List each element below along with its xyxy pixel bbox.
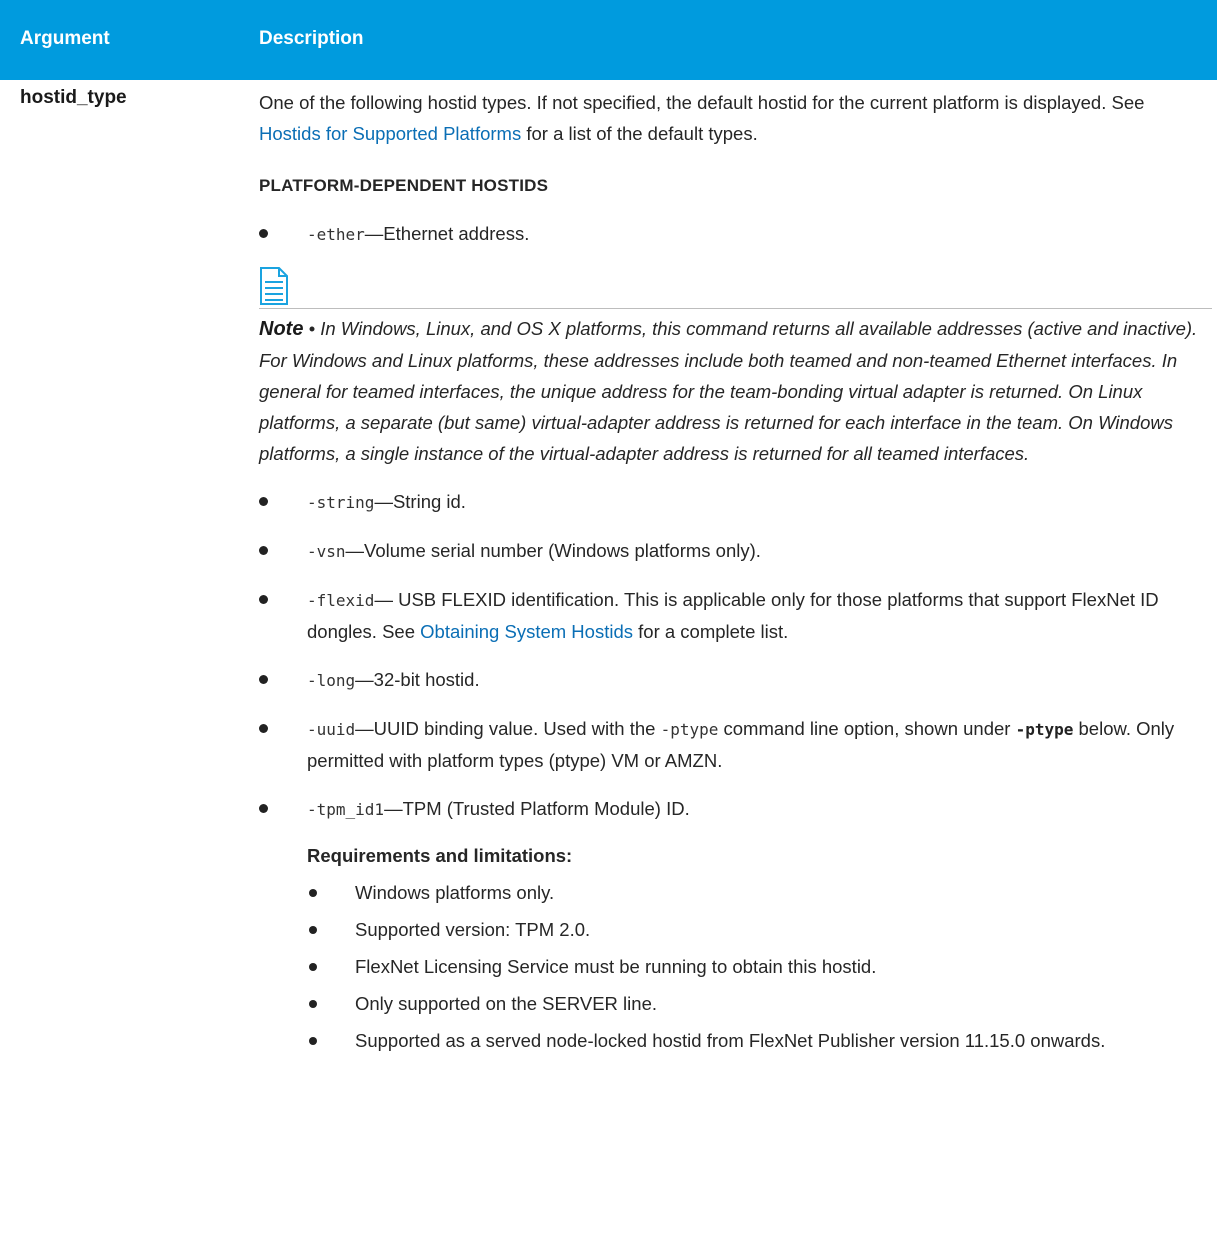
requirement-item: Windows platforms only. bbox=[307, 877, 1199, 908]
argument-column-header: Argument bbox=[20, 28, 110, 49]
list-item-flexid: -flexid— USB FLEXID identification. This… bbox=[259, 584, 1199, 647]
hostid-list: -ether—Ethernet address. bbox=[259, 218, 1199, 250]
bullet-icon bbox=[259, 595, 268, 604]
intro-text: One of the following hostid types. If no… bbox=[259, 92, 1145, 113]
description-column-header: Description bbox=[259, 28, 364, 49]
hostids-platforms-link[interactable]: Hostids for Supported Platforms bbox=[259, 123, 521, 144]
note-label: Note bbox=[259, 318, 304, 340]
obtaining-hostids-link[interactable]: Obtaining System Hostids bbox=[420, 621, 633, 642]
tpm-code: -tpm_id1 bbox=[307, 800, 385, 819]
requirement-text: Supported version: TPM 2.0. bbox=[355, 919, 591, 940]
bullet-icon bbox=[309, 926, 317, 934]
ptype-code-bold: -ptype bbox=[1015, 720, 1074, 739]
requirement-text: Windows platforms only. bbox=[355, 882, 555, 903]
uuid-text: —UUID binding value. Used with the bbox=[355, 718, 661, 739]
table-header-row: Argument Description bbox=[0, 0, 1217, 80]
list-item-string: -string—String id. bbox=[259, 486, 1199, 518]
bullet-icon bbox=[309, 1037, 317, 1045]
bullet-icon bbox=[259, 229, 268, 238]
bullet-icon bbox=[259, 546, 268, 555]
list-item-uuid: -uuid—UUID binding value. Used with the … bbox=[259, 713, 1199, 776]
requirement-text: Supported as a served node-locked hostid… bbox=[355, 1030, 1106, 1051]
description-cell: One of the following hostid types. If no… bbox=[259, 87, 1212, 1056]
bullet-icon bbox=[259, 804, 268, 813]
requirement-text: Only supported on the SERVER line. bbox=[355, 993, 657, 1014]
bullet-icon bbox=[259, 497, 268, 506]
list-item-ether: -ether—Ethernet address. bbox=[259, 218, 1199, 250]
string-code: -string bbox=[307, 493, 375, 512]
requirement-text: FlexNet Licensing Service must be runnin… bbox=[355, 956, 877, 977]
vsn-text: —Volume serial number (Windows platforms… bbox=[345, 540, 761, 561]
requirements-list: Windows platforms only. Supported versio… bbox=[307, 877, 1199, 1056]
note-divider bbox=[259, 308, 1212, 309]
bullet-icon bbox=[259, 675, 268, 684]
long-text: —32-bit hostid. bbox=[355, 669, 480, 690]
flexid-text-end: for a complete list. bbox=[633, 621, 789, 642]
requirement-item: FlexNet Licensing Service must be runnin… bbox=[307, 951, 1199, 982]
list-item-vsn: -vsn—Volume serial number (Windows platf… bbox=[259, 535, 1199, 567]
note-block: Note • In Windows, Linux, and OS X platf… bbox=[259, 266, 1212, 469]
ether-text: —Ethernet address. bbox=[364, 223, 530, 244]
string-text: —String id. bbox=[374, 491, 466, 512]
intro-paragraph: One of the following hostid types. If no… bbox=[259, 87, 1199, 149]
ptype-code: -ptype bbox=[660, 720, 719, 739]
uuid-code: -uuid bbox=[307, 720, 356, 739]
note-document-icon bbox=[260, 267, 288, 305]
uuid-text-2: command line option, shown under bbox=[718, 718, 1016, 739]
vsn-code: -vsn bbox=[307, 542, 346, 561]
hostid-list-continued: -string—String id. -vsn—Volume serial nu… bbox=[259, 486, 1199, 1056]
flexid-code: -flexid bbox=[307, 591, 375, 610]
requirement-item: Supported version: TPM 2.0. bbox=[307, 914, 1199, 945]
note-text: Note • In Windows, Linux, and OS X platf… bbox=[259, 313, 1199, 469]
ether-code: -ether bbox=[307, 225, 365, 244]
argument-name: hostid_type bbox=[20, 87, 127, 108]
intro-text-end: for a list of the default types. bbox=[521, 123, 758, 144]
long-code: -long bbox=[307, 671, 356, 690]
note-separator: • bbox=[303, 318, 321, 339]
list-item-long: -long—32-bit hostid. bbox=[259, 664, 1199, 696]
bullet-icon bbox=[309, 889, 317, 897]
note-body: In Windows, Linux, and OS X platforms, t… bbox=[259, 318, 1198, 464]
bullet-icon bbox=[309, 963, 317, 971]
bullet-icon bbox=[259, 724, 268, 733]
list-item-tpm: -tpm_id1—TPM (Trusted Platform Module) I… bbox=[259, 793, 1199, 1056]
requirement-item: Supported as a served node-locked hostid… bbox=[307, 1025, 1199, 1056]
requirements-heading: Requirements and limitations: bbox=[307, 845, 573, 866]
bullet-icon bbox=[309, 1000, 317, 1008]
requirement-item: Only supported on the SERVER line. bbox=[307, 988, 1199, 1019]
tpm-text: —TPM (Trusted Platform Module) ID. bbox=[384, 798, 690, 819]
platform-dependent-heading: PLATFORM-DEPENDENT HOSTIDS bbox=[259, 176, 549, 195]
